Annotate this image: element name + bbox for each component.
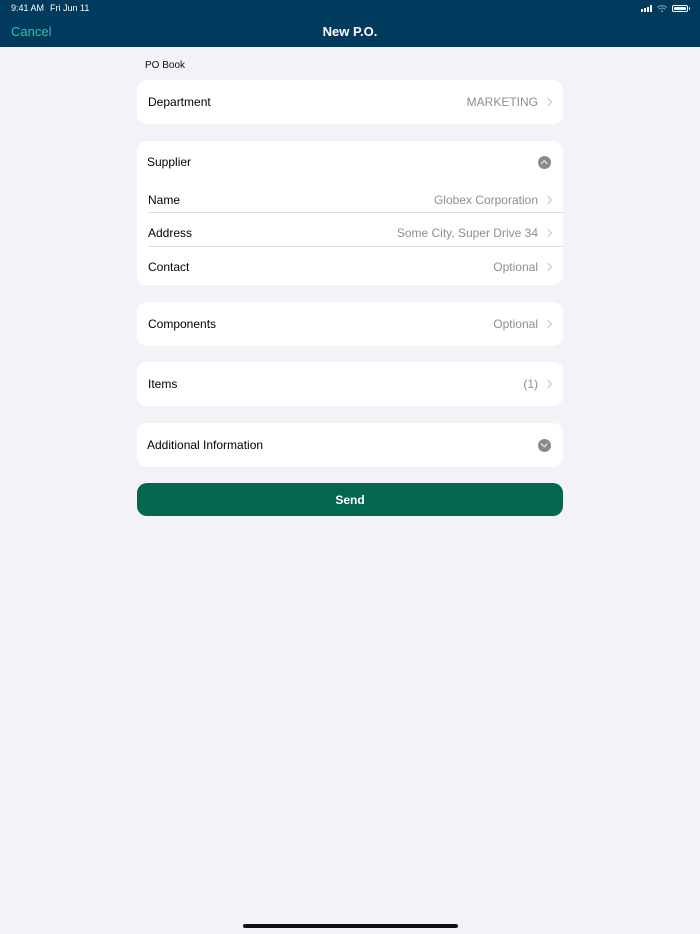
chevron-right-icon [543, 379, 553, 389]
divider [148, 246, 563, 247]
divider [148, 212, 563, 213]
screen: 9:41 AM Fri Jun 11 Cancel New P.O. PO Bo… [0, 0, 700, 934]
supplier-contact-label: Contact [148, 259, 190, 274]
items-row[interactable]: Items (1) [137, 362, 563, 406]
page-title: New P.O. [322, 24, 378, 39]
battery-icon [672, 5, 690, 12]
supplier-card: Supplier Name Globex Corporation Address… [137, 141, 563, 285]
wifi-icon [657, 4, 667, 12]
items-card: Items (1) [137, 362, 563, 406]
chevron-right-icon [543, 195, 553, 204]
supplier-header[interactable]: Supplier [137, 141, 563, 183]
chevron-right-icon [543, 228, 553, 238]
components-value: Optional [493, 317, 538, 331]
cellular-signal-icon [641, 5, 652, 12]
chevron-right-icon [543, 319, 553, 329]
send-button[interactable]: Send [137, 483, 563, 516]
expand-additional-info-icon[interactable] [538, 438, 551, 452]
items-label: Items [148, 377, 178, 391]
components-card: Components Optional [137, 302, 563, 346]
supplier-address-row[interactable]: Address Some City, Super Drive 34 [137, 216, 563, 250]
collapse-supplier-icon[interactable] [538, 155, 551, 169]
department-label: Department [148, 95, 211, 109]
supplier-name-value: Globex Corporation [433, 192, 538, 207]
items-count: (1) [523, 377, 538, 391]
additional-info-label: Additional Information [147, 438, 264, 452]
additional-info-header[interactable]: Additional Information [137, 423, 563, 467]
supplier-contact-value: Optional [493, 259, 538, 274]
supplier-name-label: Name [148, 192, 181, 207]
chevron-right-icon [543, 97, 553, 107]
additional-info-card: Additional Information [137, 423, 563, 467]
chevron-right-icon [543, 262, 553, 271]
department-row[interactable]: Department MARKETING [137, 80, 563, 124]
navigation-bar: 9:41 AM Fri Jun 11 Cancel New P.O. [0, 0, 700, 47]
status-date: Fri Jun 11 [50, 3, 90, 13]
components-row[interactable]: Components Optional [137, 302, 563, 346]
po-book-card: Department MARKETING [137, 80, 563, 124]
status-time: 9:41 AM [11, 3, 45, 13]
supplier-address-value: Some City, Super Drive 34 [396, 226, 538, 240]
home-indicator[interactable] [243, 924, 458, 928]
po-book-section-label: PO Book [145, 60, 186, 71]
components-label: Components [148, 317, 217, 331]
department-value: MARKETING [466, 95, 538, 109]
supplier-contact-row[interactable]: Contact Optional [137, 250, 563, 283]
supplier-header-label: Supplier [147, 155, 192, 169]
supplier-address-label: Address [148, 226, 193, 240]
status-icons [641, 4, 690, 13]
